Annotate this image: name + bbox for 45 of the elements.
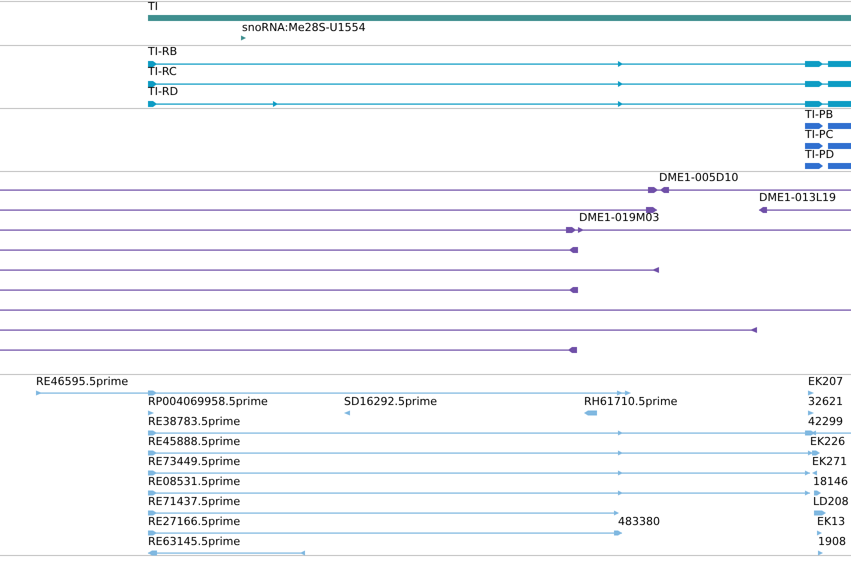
feature-label: TI-RC [148, 65, 177, 78]
feature-label: EK13 [817, 515, 846, 528]
est-alignment [814, 510, 826, 516]
feature-label: RE27166.5prime [148, 515, 240, 528]
feature-label: RE73449.5prime [148, 455, 240, 468]
feature-label: DME1-019M03 [579, 211, 660, 224]
feature-label: RP004069958.5prime [148, 395, 268, 408]
est-alignment [584, 410, 597, 416]
est-alignment [814, 490, 821, 496]
feature-label: TI-RB [148, 45, 178, 58]
snorna-marker [241, 36, 246, 40]
feature-label: snoRNA:Me28S-U1554 [242, 21, 366, 34]
feature-label: RE08531.5prime [148, 475, 240, 488]
est-alignment [808, 390, 814, 396]
feature-label: TI-PD [805, 148, 834, 161]
feature-label: TI-RD [148, 85, 178, 98]
feature-label: RE63145.5prime [148, 535, 240, 548]
feature-label: RE71437.5prime [148, 495, 240, 508]
protein-glyph [805, 143, 851, 149]
feature-label: RE46595.5prime [36, 375, 128, 388]
feature-label: 42299 [808, 415, 843, 428]
protein-glyph [805, 163, 851, 169]
feature-label: EK207 [808, 375, 844, 388]
feature-label: 483380 [618, 515, 660, 528]
est-alignment [148, 410, 154, 416]
feature-label: RE45888.5prime [148, 435, 240, 448]
est-alignment [344, 410, 350, 416]
feature-label: SD16292.5prime [344, 395, 437, 408]
feature-label: 1908 [818, 535, 846, 548]
feature-label: DME1-013L19 [759, 191, 836, 204]
est-alignment [808, 410, 814, 416]
feature-label: RE38783.5prime [148, 415, 240, 428]
feature-label: RH61710.5prime [584, 395, 678, 408]
feature-label: 32621 [808, 395, 843, 408]
feature-label: TI-PC [805, 128, 834, 141]
feature-label: TI-PB [805, 108, 834, 121]
protein-glyph [805, 123, 851, 129]
feature-label: EK271 [812, 455, 848, 468]
feature-label: DME1-005D10 [659, 171, 738, 184]
est-alignment [818, 550, 823, 556]
feature-label: EK226 [810, 435, 846, 448]
feature-label: LD208 [813, 495, 849, 508]
feature-label: 18146 [813, 475, 848, 488]
feature-label: TI [148, 0, 158, 13]
est-alignment [817, 530, 822, 536]
